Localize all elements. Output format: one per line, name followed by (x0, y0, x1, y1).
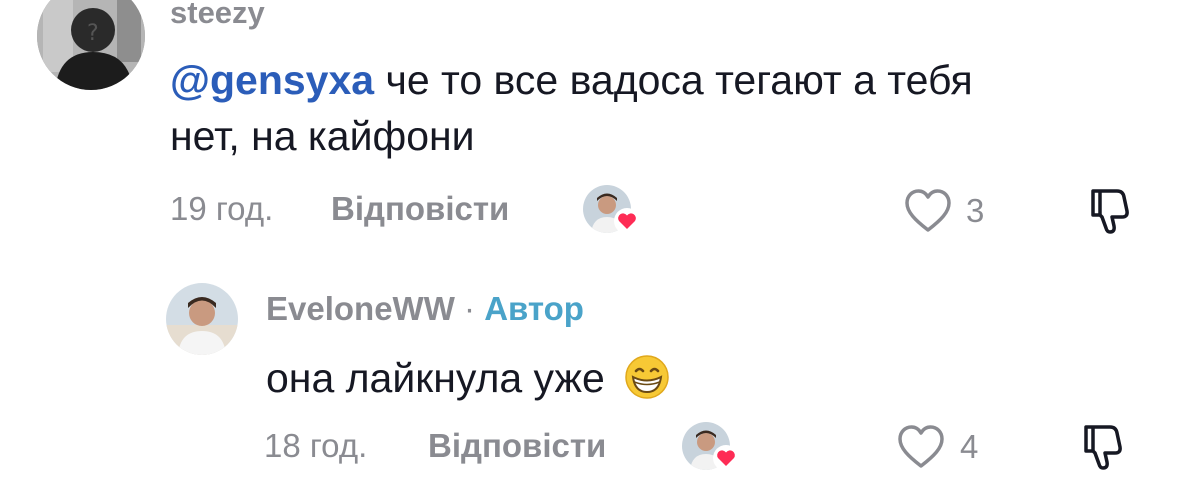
author-badge: Автор (484, 290, 584, 327)
dislike-icon[interactable] (1083, 185, 1133, 237)
reply-button[interactable]: Відповісти (428, 427, 606, 465)
separator-dot: · (464, 290, 476, 327)
comment-text-body: она лайкнула уже (266, 355, 605, 401)
heart-badge-icon (614, 208, 640, 234)
comment-text: она лайкнула уже (266, 350, 670, 406)
comment-text-line2: нет, на кайфони (170, 113, 475, 159)
heart-icon[interactable] (903, 188, 953, 234)
comment-text-line1: че то все вадоса тегают а тебя (374, 57, 973, 103)
comment-timestamp: 19 год. (170, 190, 274, 227)
comment-username[interactable]: steezy (170, 0, 265, 32)
creator-liked-badge (583, 185, 643, 237)
grinning-face-emoji-icon (625, 355, 669, 399)
svg-text:?: ? (87, 21, 99, 46)
like-count: 4 (960, 428, 979, 465)
like-count: 3 (966, 192, 985, 229)
heart-badge-icon (713, 445, 739, 471)
mention-link[interactable]: @gensyxa (170, 57, 374, 103)
reply-button[interactable]: Відповісти (331, 190, 509, 228)
reply-header: EveloneWW · Автор (266, 288, 584, 330)
avatar[interactable] (166, 283, 238, 355)
avatar-image: ? (37, 0, 145, 90)
avatar-image (166, 283, 238, 355)
comment-username[interactable]: EveloneWW (266, 290, 455, 327)
comment-timestamp: 18 год. (264, 427, 368, 464)
avatar[interactable]: ? (37, 0, 145, 90)
heart-icon[interactable] (896, 424, 946, 470)
dislike-icon[interactable] (1076, 421, 1126, 473)
creator-liked-badge (682, 422, 742, 474)
comment-text: @gensyxa че то все вадоса тегают а тебя … (170, 52, 1130, 164)
